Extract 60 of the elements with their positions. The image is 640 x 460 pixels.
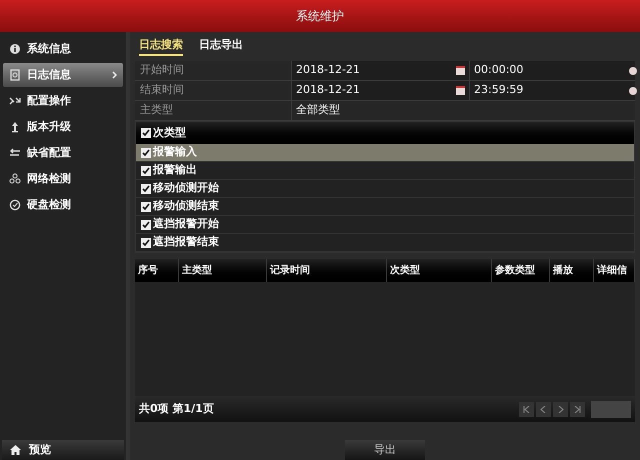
page-summary: 共0项 第1/1页: [139, 400, 214, 417]
tab[interactable]: 日志搜索: [139, 36, 183, 56]
home-icon: [10, 445, 21, 455]
time-field[interactable]: 23:59:59: [470, 81, 635, 100]
info-icon: [9, 43, 21, 55]
subtype-row[interactable]: 移动侦测结束: [136, 198, 634, 216]
field-label: 开始时间: [135, 61, 292, 80]
subtype-row[interactable]: 遮挡报警结束: [136, 234, 634, 252]
sidebar-item[interactable]: 系统信息: [3, 37, 123, 61]
last-page-button[interactable]: [570, 402, 585, 416]
field-label: 主类型: [135, 101, 292, 120]
next-page-button[interactable]: [553, 402, 568, 416]
up-arrow-icon: [9, 121, 21, 133]
prev-page-button[interactable]: [536, 402, 551, 416]
sidebar-item[interactable]: 版本升级: [3, 115, 123, 139]
network-icon: [9, 173, 21, 185]
first-page-icon: [523, 406, 530, 412]
sidebar-item[interactable]: 配置操作: [3, 89, 123, 113]
column-header: 详细信: [594, 259, 635, 282]
disk-check-icon: [9, 199, 21, 211]
column-header: 主类型: [179, 259, 267, 282]
sidebar-item[interactable]: 缺省配置: [3, 141, 123, 165]
subtype-row[interactable]: 遮挡报警开始: [136, 216, 634, 234]
subtype-row[interactable]: 移动侦测开始: [136, 180, 634, 198]
sidebar-item[interactable]: 日志信息: [3, 63, 123, 87]
column-header: 次类型: [387, 259, 492, 282]
chevron-icon: [112, 71, 117, 79]
date-field[interactable]: 2018-12-21: [292, 61, 470, 80]
export-button[interactable]: 导出: [345, 440, 425, 460]
date-field[interactable]: 2018-12-21: [292, 81, 470, 100]
column-header: 序号: [135, 259, 179, 282]
prev-page-icon: [540, 406, 547, 412]
next-page-icon: [557, 406, 564, 412]
subtype-row[interactable]: 报警输出: [136, 162, 634, 180]
checkbox[interactable]: [141, 166, 151, 176]
calendar-icon: [456, 86, 465, 95]
checkbox[interactable]: [141, 238, 151, 248]
last-page-icon: [574, 406, 581, 412]
sidebar-item[interactable]: 网络检测: [3, 167, 123, 191]
subtype-row[interactable]: 报警输入: [136, 144, 634, 162]
calendar-icon: [456, 66, 465, 75]
checkbox[interactable]: [141, 220, 151, 230]
column-header: 参数类型: [492, 259, 550, 282]
type-dropdown[interactable]: 全部类型: [292, 101, 635, 120]
time-field[interactable]: 00:00:00: [470, 61, 635, 80]
checkbox[interactable]: [141, 148, 151, 158]
checkbox[interactable]: [141, 184, 151, 194]
checkbox[interactable]: [141, 128, 151, 138]
arrows-icon: [9, 95, 21, 107]
window-title: 系统维护: [296, 8, 344, 25]
field-label: 结束时间: [135, 81, 292, 100]
tab[interactable]: 日志导出: [199, 36, 243, 56]
column-header: 播放: [550, 259, 594, 282]
column-header: 记录时间: [267, 259, 387, 282]
subtype-header: 次类型: [153, 124, 186, 141]
checkbox[interactable]: [141, 202, 151, 212]
preview-button[interactable]: 预览: [2, 440, 124, 460]
sidebar-item[interactable]: 硬盘检测: [3, 193, 123, 217]
page-input[interactable]: [591, 400, 631, 418]
first-page-button[interactable]: [519, 402, 534, 416]
